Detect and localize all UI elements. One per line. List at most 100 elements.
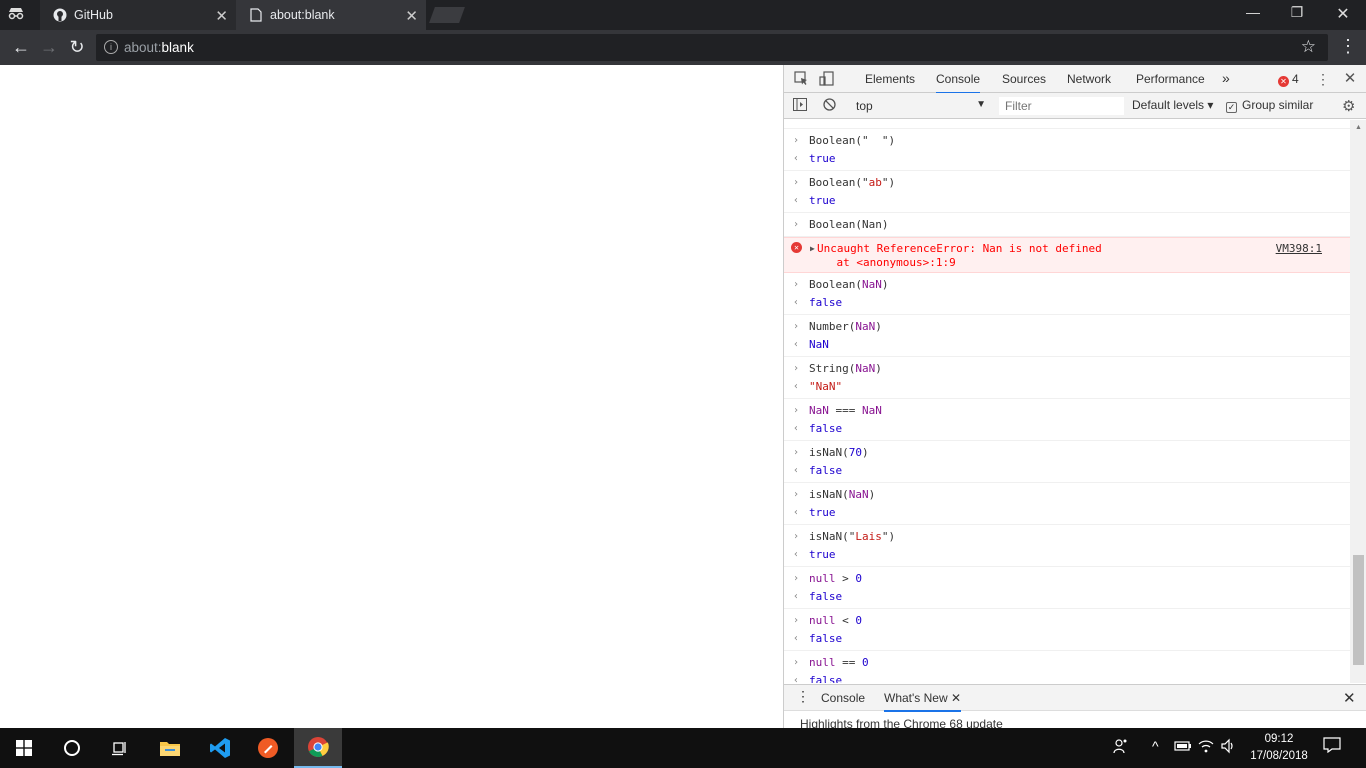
tab-sources[interactable]: Sources [1002, 72, 1046, 86]
console-input[interactable]: › isNaN(NaN) [784, 486, 1350, 504]
close-tab-icon[interactable]: ✕ [951, 691, 961, 705]
console-input[interactable]: › Boolean("ab") [784, 174, 1350, 192]
info-icon[interactable]: i [104, 40, 118, 54]
cortana-search-icon[interactable] [48, 728, 96, 768]
code-token: 0 [855, 614, 862, 627]
close-window-icon[interactable]: ✕ [1328, 4, 1358, 24]
filter-input[interactable] [999, 97, 1124, 115]
devtools-menu-icon[interactable]: ⋮ [1315, 71, 1331, 87]
settings-gear-icon[interactable]: ⚙ [1342, 97, 1355, 115]
drawer-menu-icon[interactable]: ⋮ [796, 688, 810, 705]
console-messages[interactable]: ‹false ›Boolean(" ")‹true›Boolean("ab")‹… [784, 120, 1350, 683]
context-selector[interactable]: top ▼ [850, 96, 990, 116]
windows-start-icon[interactable] [0, 728, 48, 768]
new-tab-button[interactable] [429, 7, 465, 23]
console-input[interactable]: › isNaN(70) [784, 444, 1350, 462]
wifi-icon[interactable] [1198, 738, 1214, 757]
code-token: > [835, 572, 856, 585]
tab-performance[interactable]: Performance [1136, 72, 1205, 86]
tab-network[interactable]: Network [1067, 72, 1111, 86]
console-error: ✕ ▶ Uncaught ReferenceError: Nan is not d… [784, 237, 1350, 273]
reload-icon[interactable]: ↻ [66, 36, 88, 58]
drawer-tab-console[interactable]: Console [821, 691, 865, 705]
console-input[interactable]: › Number(NaN) [784, 318, 1350, 336]
group-similar-checkbox[interactable]: ✓ Group similar [1226, 98, 1313, 113]
console-input[interactable]: › Boolean(Nan) [784, 216, 1350, 234]
console-input[interactable]: › Boolean(" ") [784, 132, 1350, 150]
close-tab-icon[interactable]: ✕ [405, 7, 418, 25]
vscode-icon[interactable] [196, 728, 244, 768]
output-arrow-icon: ‹ [793, 120, 799, 126]
output-arrow-icon: ‹ [793, 549, 800, 560]
task-view-icon[interactable] [96, 728, 144, 768]
code-token: ") [881, 176, 896, 189]
console-input[interactable]: › null > 0 [784, 570, 1350, 588]
console-entry: › Boolean("ab") ‹ true [784, 171, 1350, 213]
result-value: false [809, 296, 843, 309]
people-icon[interactable] [1112, 738, 1130, 759]
error-stack: at <anonymous>:1:9 [810, 256, 956, 269]
chevron-up-icon[interactable]: ^ [1152, 738, 1159, 754]
error-message[interactable]: ▶ Uncaught ReferenceError: Nan is not def… [784, 242, 1350, 256]
tab-elements[interactable]: Elements [865, 72, 915, 86]
forward-icon[interactable]: → [38, 36, 60, 58]
tab-github[interactable]: GitHub ✕ [40, 0, 236, 30]
bookmark-star-icon[interactable]: ☆ [1301, 37, 1316, 57]
console-input[interactable]: › String(NaN) [784, 360, 1350, 378]
result-value: "NaN" [809, 380, 843, 393]
console-output: ‹ true [784, 150, 1350, 168]
postman-icon[interactable] [244, 728, 292, 768]
result-value: true [809, 152, 836, 165]
result-value: NaN [809, 338, 829, 351]
dropdown-arrow-icon: ▼ [976, 99, 986, 110]
taskbar-clock[interactable]: 09:12 17/08/2018 [1244, 731, 1314, 765]
error-icon: ✕ [1278, 76, 1289, 87]
clock-date: 17/08/2018 [1250, 750, 1308, 762]
result-value: false [809, 590, 843, 603]
devtools-panel: Elements Console Sources Network Perform… [783, 65, 1366, 731]
volume-icon[interactable] [1220, 738, 1236, 757]
log-levels-dropdown[interactable]: Default levels ▾ [1132, 98, 1213, 112]
console-input[interactable]: › null < 0 [784, 612, 1350, 630]
action-center-icon[interactable] [1322, 737, 1342, 758]
tab-title: about:blank [270, 8, 335, 22]
restore-icon[interactable]: ❐ [1282, 4, 1312, 24]
output-arrow-icon: ‹ [793, 465, 800, 476]
device-toolbar-icon[interactable] [818, 71, 834, 87]
code-token: null [809, 614, 836, 627]
chrome-icon[interactable] [294, 728, 342, 768]
code-token: ") [881, 530, 896, 543]
more-tabs-icon[interactable]: » [1222, 70, 1230, 86]
battery-icon[interactable] [1174, 740, 1192, 755]
address-bar[interactable]: i about:blank ☆ [96, 34, 1328, 61]
code-token: ab [868, 176, 882, 189]
tab-about-blank[interactable]: about:blank ✕ [236, 0, 426, 30]
error-counter[interactable]: ✕ 4 [1278, 72, 1299, 87]
close-drawer-icon[interactable]: ✕ [1343, 689, 1356, 707]
console-scrollbar[interactable]: ▲ [1350, 120, 1366, 683]
browser-menu-icon[interactable]: ⋮ [1338, 36, 1358, 57]
console-entry: › Boolean(NaN) ‹ false [784, 273, 1350, 315]
output-arrow-icon: ‹ [793, 633, 800, 644]
tab-console[interactable]: Console [936, 72, 981, 94]
show-sidebar-icon[interactable] [792, 98, 808, 114]
error-source-link[interactable]: VM398:1 [1276, 242, 1322, 255]
console-input[interactable]: › Boolean(NaN) [784, 276, 1350, 294]
file-explorer-icon[interactable] [146, 728, 194, 768]
console-output: ‹ "NaN" [784, 378, 1350, 396]
console-input[interactable]: › NaN === NaN [784, 402, 1350, 420]
console-input[interactable]: › isNaN("Lais") [784, 528, 1350, 546]
close-devtools-icon[interactable]: ✕ [1342, 71, 1358, 87]
code-token: null [809, 656, 836, 669]
close-tab-icon[interactable]: ✕ [215, 7, 228, 25]
clear-console-icon[interactable] [821, 98, 837, 114]
minimize-icon[interactable]: — [1238, 4, 1268, 24]
output-arrow-icon: ‹ [793, 507, 800, 518]
back-icon[interactable]: ← [10, 36, 32, 58]
scrollbar-thumb[interactable] [1353, 555, 1364, 665]
drawer-tab-whats-new[interactable]: What's New ✕ [884, 691, 962, 712]
result-value: false [809, 632, 843, 645]
inspect-element-icon[interactable] [793, 71, 809, 87]
console-input[interactable]: › null == 0 [784, 654, 1350, 672]
input-chevron-icon: › [793, 531, 800, 542]
